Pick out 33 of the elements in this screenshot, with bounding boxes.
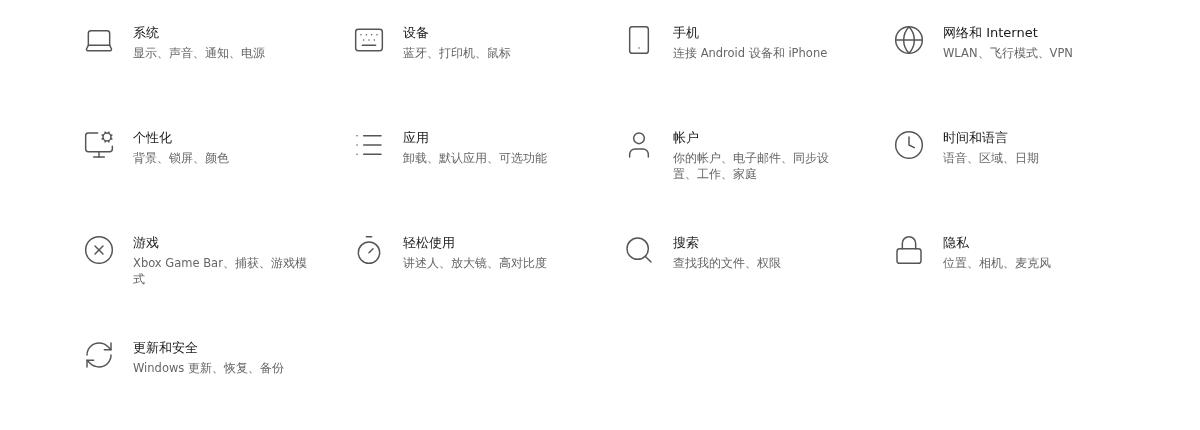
tile-title[interactable]: 游戏: [133, 234, 311, 252]
tile-title[interactable]: 系统: [133, 24, 311, 42]
lock-icon: [893, 234, 925, 266]
tile-title[interactable]: 手机: [673, 24, 851, 42]
tile-title[interactable]: 隐私: [943, 234, 1121, 252]
tile-description: 显示、声音、通知、电源: [133, 45, 266, 61]
tile-title[interactable]: 更新和安全: [133, 339, 311, 357]
tile-description: 蓝牙、打印机、鼠标: [403, 45, 512, 61]
sync-icon: [83, 339, 115, 371]
circle-x-icon: [83, 234, 115, 266]
tile-description: Xbox Game Bar、捕获、游戏模式: [133, 255, 308, 287]
tile-title[interactable]: 搜索: [673, 234, 851, 252]
tile-description: 查找我的文件、权限: [673, 255, 782, 271]
tile-title[interactable]: 帐户: [673, 129, 851, 147]
tile-description: WLAN、飞行模式、VPN: [943, 45, 1074, 61]
monitor-icon: [83, 129, 115, 161]
clock-icon: [893, 129, 925, 161]
tile-description: Windows 更新、恢复、备份: [133, 360, 285, 376]
globe-icon: [893, 24, 925, 56]
tile-description: 连接 Android 设备和 iPhone: [673, 45, 829, 61]
tile-title[interactable]: 轻松使用: [403, 234, 581, 252]
tile-description: 位置、相机、麦克风: [943, 255, 1052, 271]
tile-title[interactable]: 设备: [403, 24, 581, 42]
tile-title[interactable]: 网络和 Internet: [943, 24, 1121, 42]
tile-description: 你的帐户、电子邮件、同步设置、工作、家庭: [673, 150, 830, 182]
tile-description: 背景、锁屏、颜色: [133, 150, 230, 166]
tile-title[interactable]: 时间和语言: [943, 129, 1121, 147]
tile-description: 卸载、默认应用、可选功能: [403, 150, 548, 166]
tile-description: 讲述人、放大镜、高对比度: [403, 255, 548, 271]
tile-description: 语音、区域、日期: [943, 150, 1040, 166]
tile-title[interactable]: 应用: [403, 129, 581, 147]
tile-title[interactable]: 个性化: [133, 129, 311, 147]
search-icon: [623, 234, 655, 266]
